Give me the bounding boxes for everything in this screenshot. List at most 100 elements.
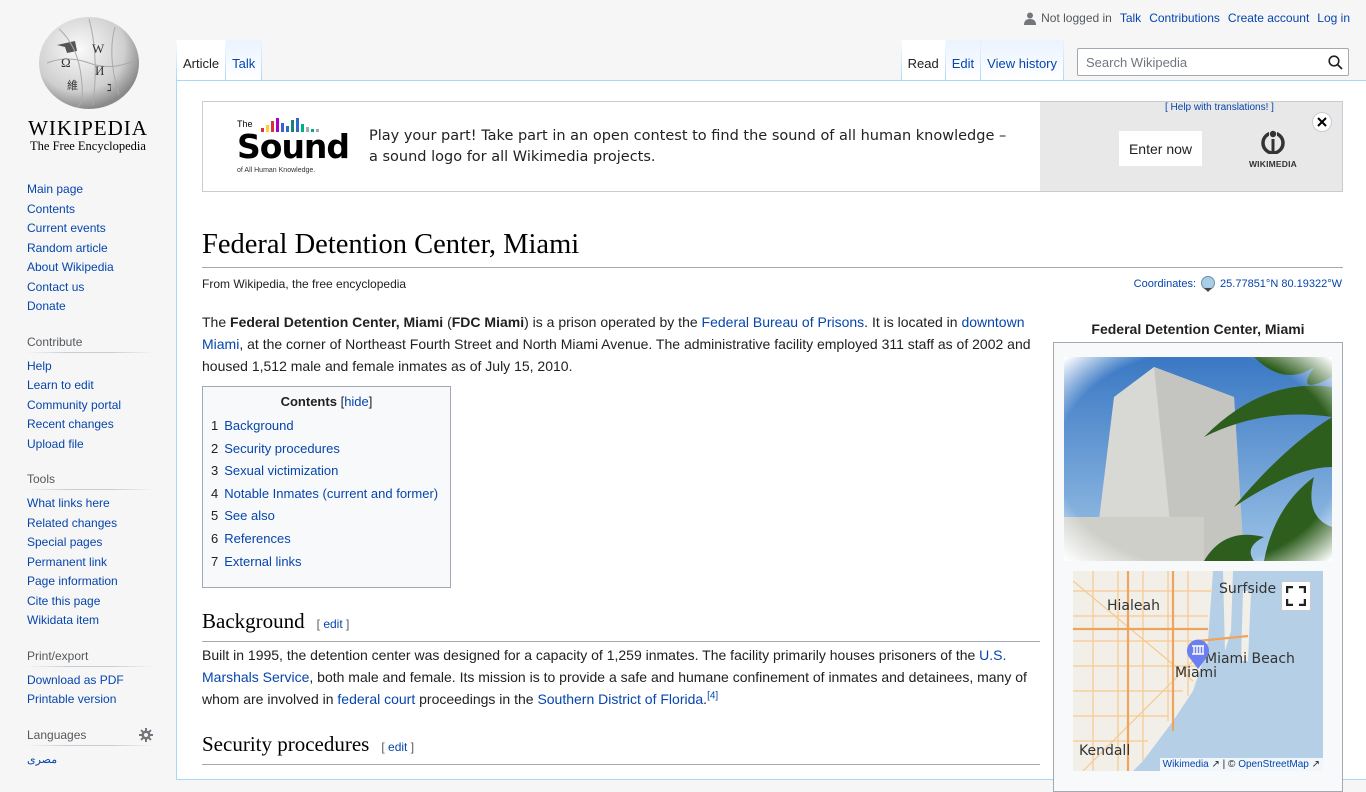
sidebar-item-current-events[interactable]: Current events xyxy=(27,221,106,235)
globe-icon[interactable] xyxy=(1200,276,1216,292)
central-notice-banner: The Sound of All Human Knowledge. Play y… xyxy=(202,101,1343,192)
sidebar-item-printable-version[interactable]: Printable version xyxy=(27,692,116,706)
enter-now-button[interactable]: Enter now xyxy=(1119,131,1202,166)
help-with-translations-link[interactable]: [ Help with translations! ] xyxy=(1165,102,1274,113)
toc-item[interactable]: 3 Sexual victimization xyxy=(211,460,442,483)
federal-court-link[interactable]: federal court xyxy=(337,691,415,707)
close-banner-button[interactable] xyxy=(1312,112,1332,132)
wikimedia-logo: WIKIMEDIA xyxy=(1245,130,1301,169)
sidebar-item-download-pdf[interactable]: Download as PDF xyxy=(27,673,124,687)
tab-edit[interactable]: Edit xyxy=(945,40,982,80)
search-input[interactable] xyxy=(1084,50,1322,74)
search-icon xyxy=(1327,54,1343,70)
wikipedia-globe-icon: Ω W И 維 ℷ xyxy=(39,17,139,109)
sidebar-item-about-wikipedia[interactable]: About Wikipedia xyxy=(27,260,114,274)
sound-contest-logo: The Sound of All Human Knowledge. xyxy=(237,117,350,174)
sidebar-item-wikidata-item[interactable]: Wikidata item xyxy=(27,613,99,627)
tab-read[interactable]: Read xyxy=(900,40,946,80)
sidebar-item-learn-to-edit[interactable]: Learn to edit xyxy=(27,378,94,392)
search-box xyxy=(1077,48,1349,76)
svg-text:Ω: Ω xyxy=(61,55,71,70)
talk-link[interactable]: Talk xyxy=(1120,11,1141,25)
sidebar-contribute: Contribute Help Learn to edit Community … xyxy=(27,334,153,455)
coordinates-value-link[interactable]: 25.77851°N 80.19322°W xyxy=(1220,278,1342,290)
sidebar-item-random-article[interactable]: Random article xyxy=(27,241,108,255)
toc-item[interactable]: 6 References xyxy=(211,528,442,551)
sidebar-item-special-pages[interactable]: Special pages xyxy=(27,535,102,549)
log-in-link[interactable]: Log in xyxy=(1317,11,1350,25)
site-sub: From Wikipedia, the free encyclopedia xyxy=(202,277,407,291)
language-item-egyptian-arabic[interactable]: مصرى xyxy=(27,754,57,766)
toc-item[interactable]: 7 External links xyxy=(211,551,442,574)
tab-article[interactable]: Article xyxy=(176,40,227,80)
sidebar-item-page-information[interactable]: Page information xyxy=(27,574,118,588)
user-icon xyxy=(1024,12,1037,25)
map-fullscreen-button[interactable] xyxy=(1281,581,1311,611)
tab-view-history[interactable]: View history xyxy=(981,40,1064,80)
sidebar-languages: Languages مصرى xyxy=(27,727,153,771)
sidebar-item-related-changes[interactable]: Related changes xyxy=(27,516,117,530)
view-tabs: Read Edit View history xyxy=(900,40,1064,80)
intro-paragraph: The Federal Detention Center, Miami (FDC… xyxy=(202,314,1031,374)
edit-section-background-link[interactable]: edit xyxy=(323,617,342,631)
section-heading-background: Background[ edit ] xyxy=(202,608,1040,642)
section-heading-security-procedures: Security procedures[ edit ] xyxy=(202,731,1040,765)
tab-talk[interactable]: Talk xyxy=(226,40,263,80)
toc-item[interactable]: 5 See also xyxy=(211,505,442,528)
sidebar-print-export: Print/export Download as PDF Printable v… xyxy=(27,648,153,710)
wikipedia-wordmark: Wikipedia xyxy=(28,116,148,140)
personal-tools: Not logged in Talk Contributions Create … xyxy=(1016,11,1350,25)
search-button[interactable] xyxy=(1322,49,1348,75)
sidebar-heading-contribute: Contribute xyxy=(27,334,153,353)
map-label-miami-beach: Miami Beach xyxy=(1205,651,1295,667)
fullscreen-icon xyxy=(1286,586,1306,606)
openstreetmap-link[interactable]: OpenStreetMap xyxy=(1238,759,1309,770)
toc-hide-toggle[interactable]: hide xyxy=(344,394,369,409)
toc-item[interactable]: 2 Security procedures xyxy=(211,438,442,461)
sidebar-item-permanent-link[interactable]: Permanent link xyxy=(27,555,107,569)
banner-message: Play your part! Take part in an open con… xyxy=(369,127,1007,165)
coordinates-label[interactable]: Coordinates: xyxy=(1134,278,1196,290)
sidebar-item-donate[interactable]: Donate xyxy=(27,299,66,313)
toc-heading: Contents xyxy=(280,394,337,409)
toc-item[interactable]: 1 Background xyxy=(211,415,442,438)
facility-photo[interactable] xyxy=(1064,357,1332,561)
not-logged-in-label: Not logged in xyxy=(1041,11,1112,25)
namespace-tabs: Article Talk xyxy=(176,40,263,80)
coordinates: Coordinates: 25.77851°N 80.19322°W xyxy=(1134,276,1342,292)
wikipedia-logo[interactable]: Ω W И 維 ℷ Wikipedia The Free Encyclopedi… xyxy=(0,0,176,160)
sidebar-item-community-portal[interactable]: Community portal xyxy=(27,398,121,412)
map-label-kendall: Kendall xyxy=(1079,743,1131,759)
sidebar-item-contents[interactable]: Contents xyxy=(27,202,75,216)
reference-4-link[interactable]: [4] xyxy=(707,690,718,701)
sidebar-item-what-links-here[interactable]: What links here xyxy=(27,496,110,510)
sidebar-item-main-page[interactable]: Main page xyxy=(27,182,83,196)
close-icon xyxy=(1317,117,1327,127)
toc-item[interactable]: 4 Notable Inmates (current and former) xyxy=(211,483,442,506)
southern-district-florida-link[interactable]: Southern District of Florida xyxy=(537,691,703,707)
sidebar-item-help[interactable]: Help xyxy=(27,359,52,373)
wikimedia-maps-link[interactable]: Wikimedia xyxy=(1163,759,1209,770)
sidebar-item-cite-this-page[interactable]: Cite this page xyxy=(27,594,100,608)
prison-map-marker-icon[interactable] xyxy=(1186,639,1210,669)
svg-text:維: 維 xyxy=(67,79,78,92)
create-account-link[interactable]: Create account xyxy=(1228,11,1309,25)
sidebar: Main page Contents Current events Random… xyxy=(0,180,176,788)
sidebar-item-recent-changes[interactable]: Recent changes xyxy=(27,417,114,431)
sidebar-item-upload-file[interactable]: Upload file xyxy=(27,437,84,451)
edit-section-security-link[interactable]: edit xyxy=(388,740,407,754)
sidebar-item-contact-us[interactable]: Contact us xyxy=(27,280,84,294)
map-label-hialeah: Hialeah xyxy=(1107,598,1160,614)
sidebar-heading-languages: Languages xyxy=(27,727,153,746)
map-label-surfside: Surfside xyxy=(1219,581,1277,597)
wikipedia-tagline: The Free Encyclopedia xyxy=(30,139,146,153)
sidebar-heading-print-export: Print/export xyxy=(27,648,153,667)
infobox: Hialeah Surfside Miami Beach Miami Kenda… xyxy=(1053,342,1343,792)
federal-bureau-of-prisons-link[interactable]: Federal Bureau of Prisons xyxy=(702,314,865,330)
sidebar-navigation: Main page Contents Current events Random… xyxy=(27,180,153,317)
language-settings-gear-icon[interactable] xyxy=(139,727,153,742)
contributions-link[interactable]: Contributions xyxy=(1149,11,1220,25)
location-map[interactable]: Hialeah Surfside Miami Beach Miami Kenda… xyxy=(1073,571,1323,771)
svg-text:И: И xyxy=(95,63,104,78)
map-attribution: Wikimedia ↗ | © OpenStreetMap ↗ xyxy=(1159,758,1323,771)
